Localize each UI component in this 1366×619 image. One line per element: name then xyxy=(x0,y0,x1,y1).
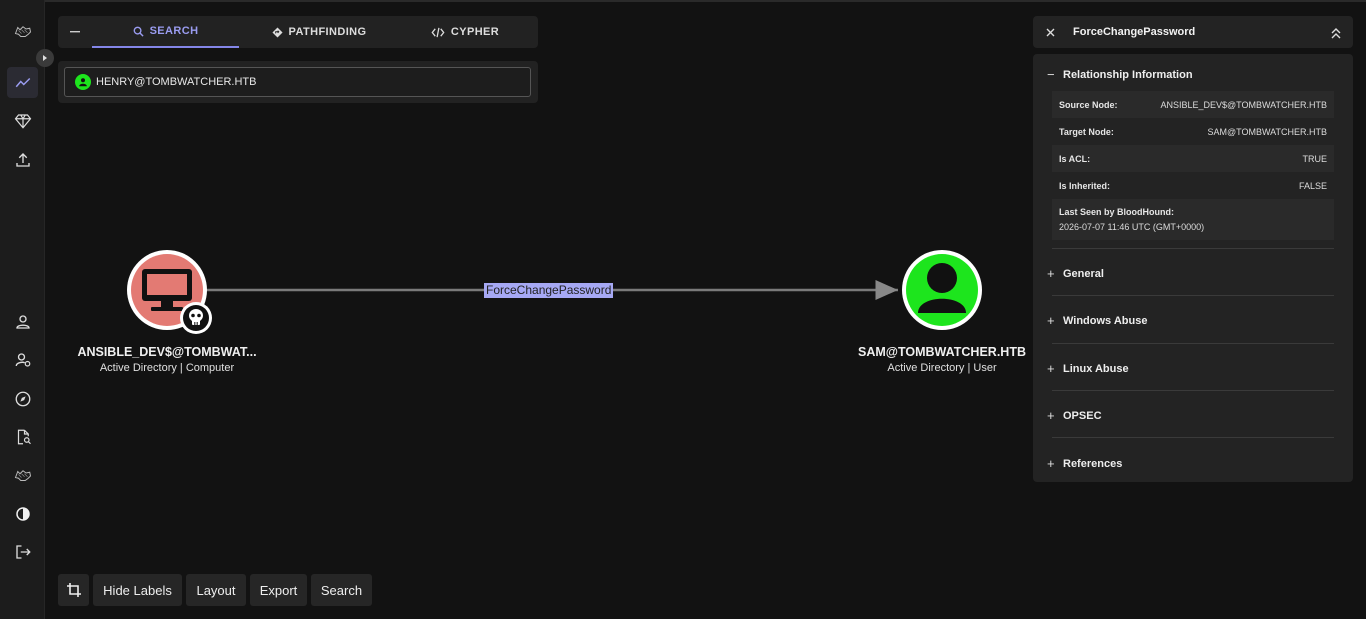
user-settings-icon[interactable] xyxy=(7,344,38,375)
expand-icon: + xyxy=(1047,266,1055,281)
collapse-icon: − xyxy=(1047,67,1055,82)
section-references[interactable]: + References xyxy=(1047,456,1337,471)
bloodhound-icon[interactable] xyxy=(7,460,38,491)
info-row-source: Source Node: ANSIBLE_DEV$@TOMBWATCHER.HT… xyxy=(1052,91,1334,118)
info-row-is-acl: Is ACL: TRUE xyxy=(1052,145,1334,172)
divider xyxy=(1052,343,1334,344)
panel-title: ForceChangePassword xyxy=(1073,26,1196,38)
close-icon xyxy=(1046,28,1054,36)
export-button[interactable]: Export xyxy=(250,574,307,606)
target-node-type: Active Directory | User xyxy=(887,362,997,374)
search-button[interactable]: Search xyxy=(311,574,372,606)
divider xyxy=(1052,437,1334,438)
upload-icon[interactable] xyxy=(7,144,38,175)
expand-icon: + xyxy=(1047,361,1055,376)
entity-panel-body: − Relationship Information Source Node: … xyxy=(1033,54,1353,482)
source-node-name: ANSIBLE_DEV$@TOMBWAT... xyxy=(77,345,257,359)
section-linux-abuse[interactable]: + Linux Abuse xyxy=(1047,361,1337,376)
info-row-last-seen: Last Seen by BloodHound: 2026-07-07 11:4… xyxy=(1052,199,1334,240)
info-row-is-inherited: Is Inherited: FALSE xyxy=(1059,180,1327,191)
target-node-label: SAM@TOMBWATCHER.HTB Active Directory | U… xyxy=(842,345,1042,374)
expand-icon: + xyxy=(1047,313,1055,328)
source-node-type: Active Directory | Computer xyxy=(99,362,235,374)
source-node-label: ANSIBLE_DEV$@TOMBWAT... Active Directory… xyxy=(67,345,267,374)
expand-icon: + xyxy=(1047,456,1055,471)
divider xyxy=(1052,390,1334,391)
section-opsec[interactable]: + OPSEC xyxy=(1047,408,1337,423)
relationship-info-toggle[interactable]: − Relationship Information xyxy=(1047,67,1337,82)
expand-icon: + xyxy=(1047,408,1055,423)
logout-icon[interactable] xyxy=(7,536,38,567)
layout-button[interactable]: Layout xyxy=(186,574,246,606)
entity-panel-header: ForceChangePassword xyxy=(1033,16,1353,48)
edge-label[interactable]: ForceChangePassword xyxy=(484,283,614,298)
crop-button[interactable] xyxy=(58,574,89,606)
crop-icon xyxy=(66,583,81,597)
owned-skull-icon xyxy=(180,302,212,334)
compass-icon[interactable] xyxy=(7,383,38,414)
section-windows-abuse[interactable]: + Windows Abuse xyxy=(1047,313,1337,328)
collapse-panel-button[interactable] xyxy=(1331,26,1341,44)
file-search-icon[interactable] xyxy=(7,421,38,452)
double-chevron-up-icon xyxy=(1331,28,1341,39)
left-sidebar xyxy=(0,0,54,619)
explore-icon[interactable] xyxy=(7,67,38,98)
target-node-name: SAM@TOMBWATCHER.HTB xyxy=(858,345,1026,359)
dark-mode-icon[interactable] xyxy=(7,498,38,529)
source-computer-node[interactable] xyxy=(127,250,212,334)
divider xyxy=(1052,248,1334,249)
profile-icon[interactable] xyxy=(7,306,38,337)
relationship-info-heading: Relationship Information xyxy=(1063,68,1193,81)
target-user-node[interactable] xyxy=(902,250,982,330)
section-general[interactable]: + General xyxy=(1047,266,1337,281)
diamond-icon[interactable] xyxy=(7,105,38,136)
bloodhound-logo-icon[interactable] xyxy=(7,16,38,47)
hide-labels-button[interactable]: Hide Labels xyxy=(93,574,182,606)
close-panel-button[interactable] xyxy=(1033,28,1067,37)
divider xyxy=(1052,295,1334,296)
info-row-target: Target Node: SAM@TOMBWATCHER.HTB xyxy=(1059,126,1327,137)
